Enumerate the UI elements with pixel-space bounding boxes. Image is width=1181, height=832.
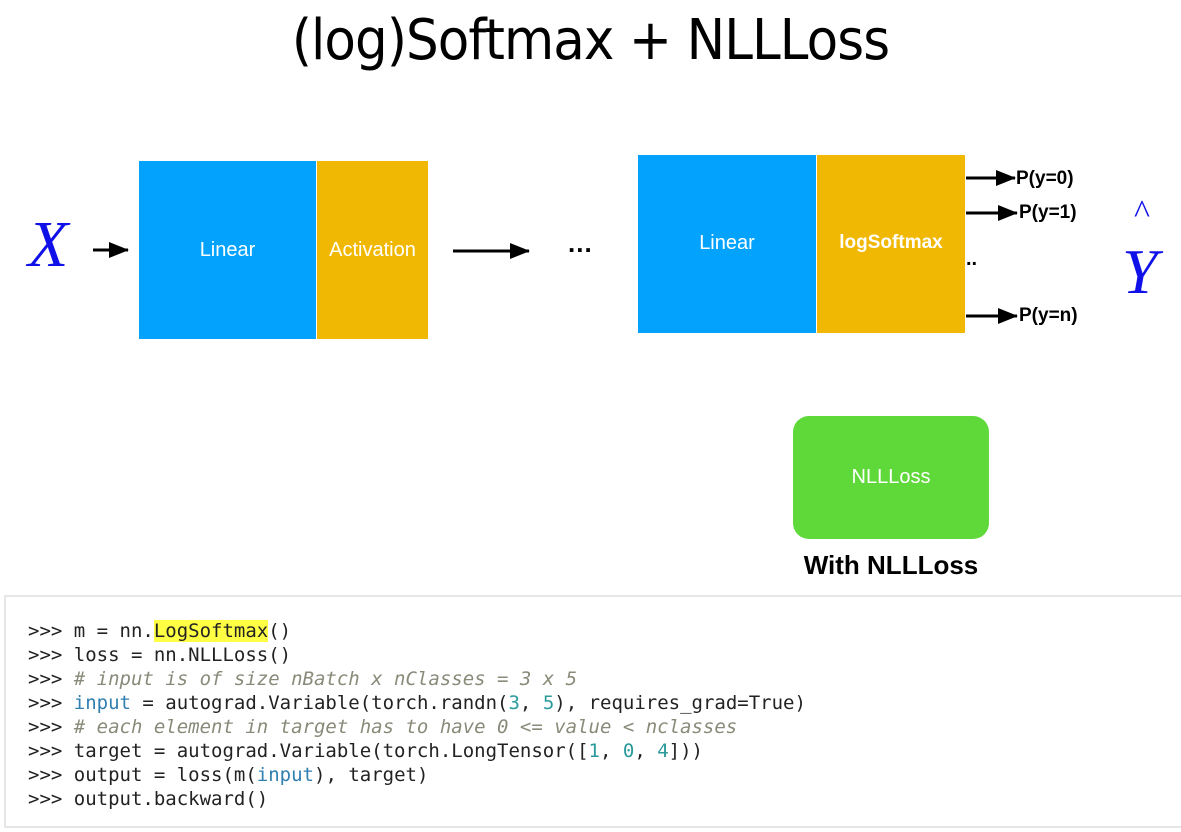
code-token: , bbox=[519, 692, 543, 714]
linear-block-2-label: Linear bbox=[699, 232, 755, 254]
code-prompt: >>> bbox=[28, 692, 74, 714]
code-line: >>> output = loss(m(input), target) bbox=[28, 763, 806, 787]
y-symbol: Y bbox=[1122, 236, 1158, 307]
code-token: ])) bbox=[668, 740, 703, 762]
middle-ellipsis: ... bbox=[568, 228, 593, 258]
code-comment: # each element in target has to have 0 <… bbox=[73, 716, 738, 738]
code-token: 0 bbox=[622, 740, 635, 762]
code-listing: >>> m = nn.LogSoftmax() >>> loss = nn.NLL… bbox=[28, 619, 806, 811]
code-token: 3 bbox=[508, 692, 520, 714]
code-token: () bbox=[268, 620, 292, 642]
output-label-n: P(y=n) bbox=[1019, 305, 1078, 326]
code-token: input bbox=[73, 692, 131, 714]
activation-block-label: Activation bbox=[329, 238, 416, 261]
code-line: >>> input = autograd.Variable(torch.rand… bbox=[28, 691, 806, 715]
code-prompt: >>> bbox=[28, 716, 74, 738]
code-line: >>> loss = nn.NLLLoss() bbox=[28, 643, 806, 667]
code-token: 5 bbox=[542, 692, 555, 714]
logsoftmax-block: logSoftmax bbox=[817, 155, 965, 333]
code-token: m = nn. bbox=[73, 620, 154, 642]
code-token: ), target) bbox=[314, 764, 429, 786]
output-variable-y-hat: ^ Y bbox=[1122, 196, 1166, 308]
code-prompt: >>> bbox=[28, 644, 74, 666]
linear-block-1-label: Linear bbox=[199, 238, 256, 261]
code-prompt: >>> bbox=[28, 668, 74, 690]
highlighted-token: LogSoftmax bbox=[153, 620, 269, 642]
code-token: input bbox=[256, 764, 314, 786]
code-line: >>> # input is of size nBatch x nClasses… bbox=[28, 667, 806, 691]
code-line: >>> output.backward() bbox=[28, 787, 806, 811]
input-variable-x: X bbox=[28, 208, 69, 281]
loss-caption: With NLLLoss bbox=[803, 550, 979, 580]
code-token: 4 bbox=[657, 740, 669, 762]
code-line: >>> m = nn.LogSoftmax() bbox=[28, 619, 806, 643]
linear-block-1: Linear bbox=[139, 161, 316, 339]
code-comment: # input is of size nBatch x nClasses = 3… bbox=[73, 668, 578, 690]
code-prompt: >>> bbox=[28, 764, 74, 786]
code-token: ), requires_grad=True) bbox=[554, 692, 806, 714]
code-prompt: >>> bbox=[28, 740, 74, 762]
output-label-1: P(y=1) bbox=[1019, 202, 1077, 223]
outputs-ellipsis: .. bbox=[966, 248, 978, 270]
code-token: loss = nn.NLLLoss() bbox=[73, 644, 292, 666]
code-prompt: >>> bbox=[28, 788, 74, 810]
activation-block: Activation bbox=[317, 161, 428, 339]
code-line: >>> target = autograd.Variable(torch.Lon… bbox=[28, 739, 806, 763]
nllloss-block-label: NLLLoss bbox=[851, 466, 931, 488]
code-token: output = loss(m( bbox=[73, 764, 257, 786]
code-token: target = autograd.Variable(torch.LongTen… bbox=[73, 740, 589, 762]
output-label-0: P(y=0) bbox=[1016, 168, 1074, 189]
code-block: >>> m = nn.LogSoftmax() >>> loss = nn.NLL… bbox=[4, 595, 1181, 828]
code-token: , bbox=[634, 740, 658, 762]
code-line: >>> # each element in target has to have… bbox=[28, 715, 806, 739]
code-prompt: >>> bbox=[28, 620, 74, 642]
logsoftmax-block-label: logSoftmax bbox=[839, 232, 943, 253]
code-token: output.backward() bbox=[73, 788, 269, 810]
linear-block-2: Linear bbox=[638, 155, 816, 333]
code-token: 1 bbox=[588, 740, 600, 762]
code-token: = autograd.Variable(torch.randn( bbox=[130, 692, 509, 714]
nllloss-block: NLLLoss bbox=[793, 416, 989, 539]
code-token: , bbox=[599, 740, 623, 762]
